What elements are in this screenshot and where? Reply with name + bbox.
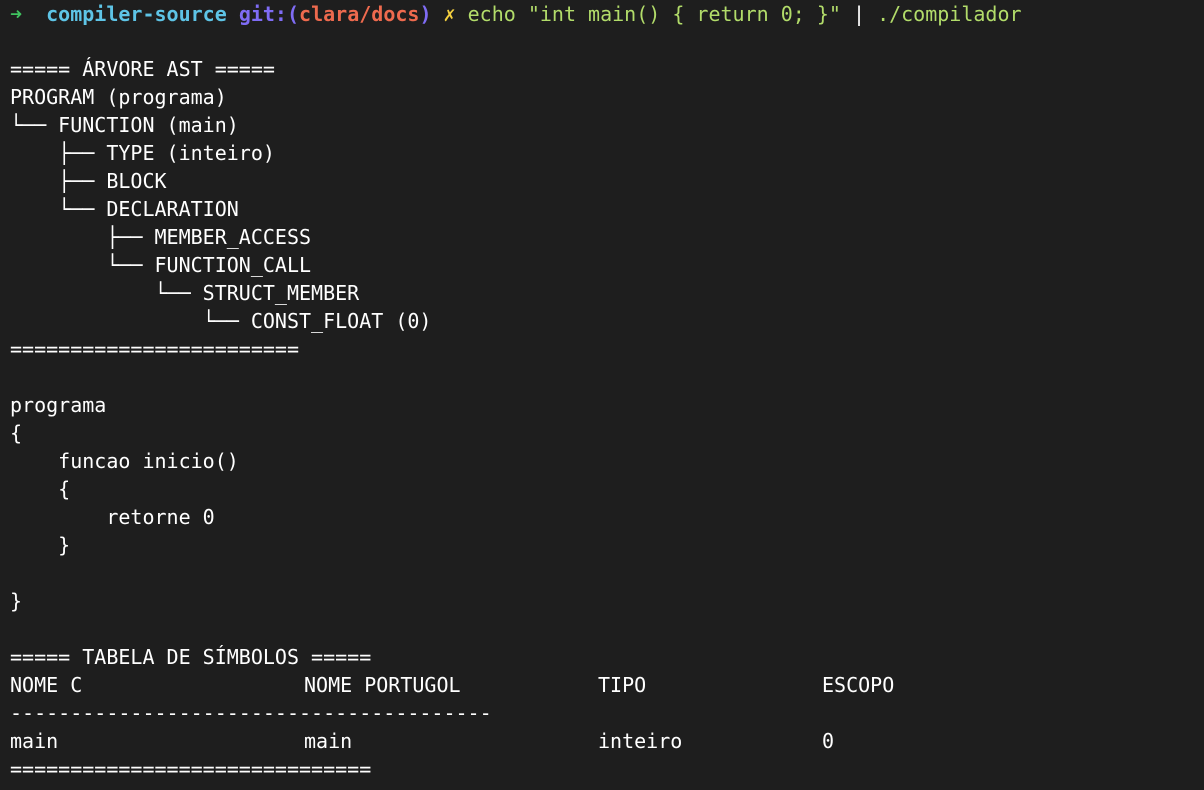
code-line: programa <box>10 393 107 417</box>
symbol-table-separator: ---------------------------------------- <box>10 701 492 725</box>
ast-line: ├── TYPE (inteiro) <box>10 141 275 165</box>
command-prompt-line: ➜ compiler-source git:(clara/docs) ✗ ech… <box>10 0 1022 28</box>
program-name: ./compilador <box>877 2 1022 26</box>
current-directory: compiler-source <box>46 2 227 26</box>
ast-line: └── STRUCT_MEMBER <box>10 281 360 305</box>
prompt-arrow-icon: ➜ <box>10 2 23 26</box>
ast-line: PROGRAM (programa) <box>10 85 227 109</box>
ast-footer: ======================== <box>10 337 299 361</box>
symbol-table-header: ===== TABELA DE SÍMBOLOS ===== <box>10 645 372 669</box>
cell-escopo: 0 <box>822 729 835 753</box>
column-header-escopo: ESCOPO <box>822 673 895 697</box>
command-text: echo "int main() { return 0; }" <box>467 2 841 26</box>
symbol-table-footer: ============================== <box>10 757 372 781</box>
ast-line: └── DECLARATION <box>10 197 239 221</box>
ast-header: ===== ÁRVORE AST ===== <box>10 57 275 81</box>
ast-line: └── FUNCTION (main) <box>10 113 239 137</box>
cell-nome-portugol: main <box>304 729 353 753</box>
ast-line: ├── BLOCK <box>10 169 167 193</box>
git-branch: clara/docs <box>299 2 420 26</box>
cell-tipo: inteiro <box>598 729 683 753</box>
code-line: } <box>10 589 23 613</box>
column-header-tipo: TIPO <box>598 673 647 697</box>
ast-line: └── CONST_FLOAT (0) <box>10 309 432 333</box>
code-line: { <box>10 421 23 445</box>
ast-line: └── FUNCTION_CALL <box>10 253 312 277</box>
column-header-nome-c: NOME C <box>10 673 83 697</box>
symbol-table-column-headers: NOME C NOME PORTUGOL TIPO ESCOPO <box>10 671 1190 699</box>
code-line: retorne 0 <box>10 505 215 529</box>
code-line: funcao inicio() <box>10 449 239 473</box>
column-header-nome-portugol: NOME PORTUGOL <box>304 673 461 697</box>
table-row: main main inteiro 0 <box>10 727 1190 755</box>
git-prefix: git:( <box>238 2 300 26</box>
code-line: } <box>10 533 71 557</box>
pipe-symbol: | <box>852 2 866 26</box>
git-dirty-icon: ✗ <box>443 2 456 26</box>
terminal-window[interactable]: ➜ compiler-source git:(clara/docs) ✗ ech… <box>0 0 1204 790</box>
ast-line: ├── MEMBER_ACCESS <box>10 225 312 249</box>
code-line: { <box>10 477 71 501</box>
git-suffix: ) <box>419 2 432 26</box>
cell-nome-c: main <box>10 729 59 753</box>
